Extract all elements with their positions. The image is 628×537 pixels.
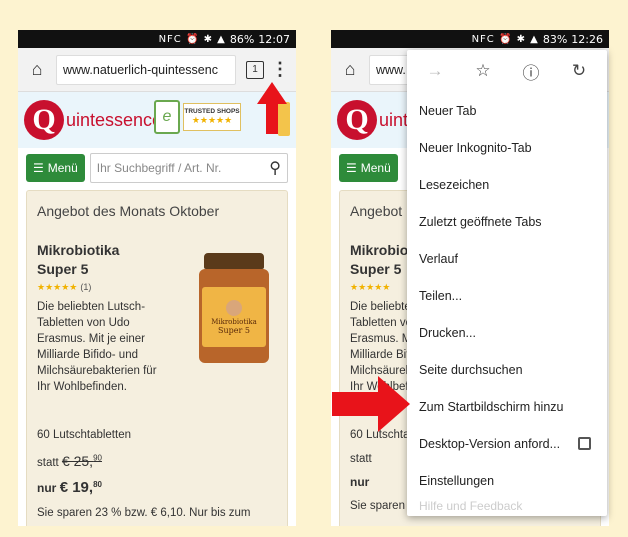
menu-item-settings[interactable]: Einstellungen [407, 462, 607, 499]
search-placeholder: Ihr Suchbegriff / Art. Nr. [96, 161, 222, 175]
old-price-row: statt € 25,90 [37, 453, 277, 469]
pack-size: 60 Lutschtabletten [37, 429, 131, 441]
menu-item-label: Zuletzt geöffnete Tabs [419, 214, 542, 229]
menu-item-incognito-tab[interactable]: Neuer Inkognito-Tab [407, 129, 607, 166]
info-icon[interactable]: ⓘ [519, 59, 543, 84]
portrait-icon [226, 299, 242, 316]
menu-item-print[interactable]: Drucken... [407, 314, 607, 351]
menu-item-add-to-homescreen[interactable]: Zum Startbildschirm hinzu [407, 388, 607, 425]
tab-switcher-button[interactable]: 1 [246, 60, 264, 79]
product-image[interactable]: Mikrobiotika Super 5 [199, 253, 269, 363]
clock: 12:26 [571, 32, 603, 46]
brand-name: uintessence [66, 109, 163, 130]
menu-item-label: Lesezeichen [419, 177, 490, 192]
menu-item-bookmarks[interactable]: Lesezeichen [407, 166, 607, 203]
old-price-label: statt [37, 457, 59, 469]
browser-toolbar: ⌂ www.natuerlich-quintessenc 1 ⋮ [18, 48, 296, 92]
list-icon: ☰ [346, 161, 357, 175]
jar-lid [204, 253, 264, 269]
menu-item-find-in-page[interactable]: Seite durchsuchen [407, 351, 607, 388]
menu-item-new-tab[interactable]: Neuer Tab [407, 92, 607, 129]
browser-overflow-menu: → ☆ ⓘ ↻ Neuer Tab Neuer Inkognito-Tab Le… [407, 50, 607, 516]
battery-level: 83% [542, 32, 568, 46]
left-phone-screen: NFC ⏰ ✱ ▲ 86% 12:07 ⌂ www.natuerlich-qui… [18, 30, 296, 526]
menu-item-label: Teilen... [419, 288, 463, 303]
bookmark-star-icon[interactable]: ☆ [471, 61, 495, 81]
battery-level: 86% [229, 32, 255, 46]
jar-body: Mikrobiotika Super 5 [199, 269, 269, 363]
jar-label-line2: Super 5 [218, 325, 250, 335]
site-header: Q uintessence e TRUSTED SHOPS ★★★★★ [18, 92, 296, 148]
home-icon[interactable]: ⌂ [24, 57, 50, 83]
product-name[interactable]: Mikrobiotika Super 5 [37, 241, 147, 279]
offer-title: Angebot des Monats Oktober [37, 203, 220, 219]
rating-count: (1) [80, 282, 92, 292]
menu-item-history[interactable]: Verlauf [407, 240, 607, 277]
arrow-right-icon [332, 376, 410, 432]
desktop-checkbox[interactable] [578, 437, 591, 450]
logo-icon[interactable]: Q [24, 100, 64, 140]
clock: 12:07 [258, 32, 290, 46]
search-icon[interactable]: ⚲ [269, 158, 281, 178]
trusted-shops-badge[interactable]: e TRUSTED SHOPS ★★★★★ [154, 100, 241, 134]
menu-button-label: Menü [47, 161, 78, 175]
menu-item-label: Drucken... [419, 325, 476, 340]
star-rating-icon: ★★★★★ [191, 115, 233, 125]
rating-stars-icon: ★★★★★ [37, 282, 78, 292]
forward-icon[interactable]: → [423, 61, 447, 81]
search-input[interactable]: Ihr Suchbegriff / Art. Nr. ⚲ [89, 153, 288, 183]
status-icons: NFC ⏰ ✱ ▲ [471, 33, 539, 45]
trusted-label: TRUSTED SHOPS [184, 108, 240, 115]
menu-item-label: Zum Startbildschirm hinzu [419, 399, 564, 414]
new-price-row: nur € 19,80 [37, 479, 277, 496]
menu-icon-row: → ☆ ⓘ ↻ [407, 50, 607, 92]
rating-stars-icon: ★★★★★ [350, 282, 391, 292]
offer-card[interactable]: Angebot des Monats Oktober Mikrobiotika … [26, 190, 288, 526]
menu-item-label: Verlauf [419, 251, 458, 266]
menu-item-label: Neuer Inkognito-Tab [419, 140, 532, 155]
trusted-box: TRUSTED SHOPS ★★★★★ [183, 103, 241, 131]
menu-button[interactable]: ☰ Menü [339, 154, 398, 182]
old-price: € 25,90 [62, 453, 102, 469]
menu-item-help[interactable]: Hilfe und Feedback [407, 499, 607, 516]
reload-icon[interactable]: ↻ [567, 61, 591, 81]
arrow-up-icon [257, 82, 287, 134]
logo-icon[interactable]: Q [337, 100, 377, 140]
menu-item-label: Neuer Tab [419, 103, 477, 118]
menu-item-recent-tabs[interactable]: Zuletzt geöffnete Tabs [407, 203, 607, 240]
url-field[interactable]: www.natuerlich-quintessenc [56, 54, 236, 85]
status-icons: NFC ⏰ ✱ ▲ [158, 33, 226, 45]
trusted-seal-icon: e [154, 100, 180, 134]
status-bar: NFC ⏰ ✱ ▲ 83% 12:26 [331, 30, 609, 48]
old-price-amount: € 25, [61, 453, 94, 469]
menu-button-label: Menü [360, 161, 391, 175]
menu-item-label: Einstellungen [419, 473, 495, 488]
jar-label-line1: Mikrobiotika [211, 317, 257, 326]
status-bar: NFC ⏰ ✱ ▲ 86% 12:07 [18, 30, 296, 48]
old-price-cents: 90 [93, 453, 102, 463]
search-row: ☰ Menü Ihr Suchbegriff / Art. Nr. ⚲ [18, 148, 296, 188]
menu-button[interactable]: ☰ Menü [26, 154, 85, 182]
new-price-cents: 80 [93, 480, 102, 489]
overflow-menu-icon[interactable]: ⋮ [270, 57, 290, 83]
menu-item-label: Desktop-Version anford... [419, 436, 561, 451]
product-description: Die beliebten Lutsch-Tabletten von Udo E… [37, 301, 157, 393]
savings-text: Sie sparen 23 % bzw. € 6,10. Nur bis zum [37, 507, 251, 519]
menu-item-label: Seite durchsuchen [419, 362, 523, 377]
menu-item-share[interactable]: Teilen... [407, 277, 607, 314]
menu-item-desktop-version[interactable]: Desktop-Version anford... [407, 425, 607, 462]
new-price-label: nur [37, 481, 57, 495]
new-price-amount: € 19, [59, 479, 94, 496]
list-icon: ☰ [33, 161, 44, 175]
jar-label: Mikrobiotika Super 5 [202, 287, 266, 347]
home-icon[interactable]: ⌂ [337, 57, 363, 83]
